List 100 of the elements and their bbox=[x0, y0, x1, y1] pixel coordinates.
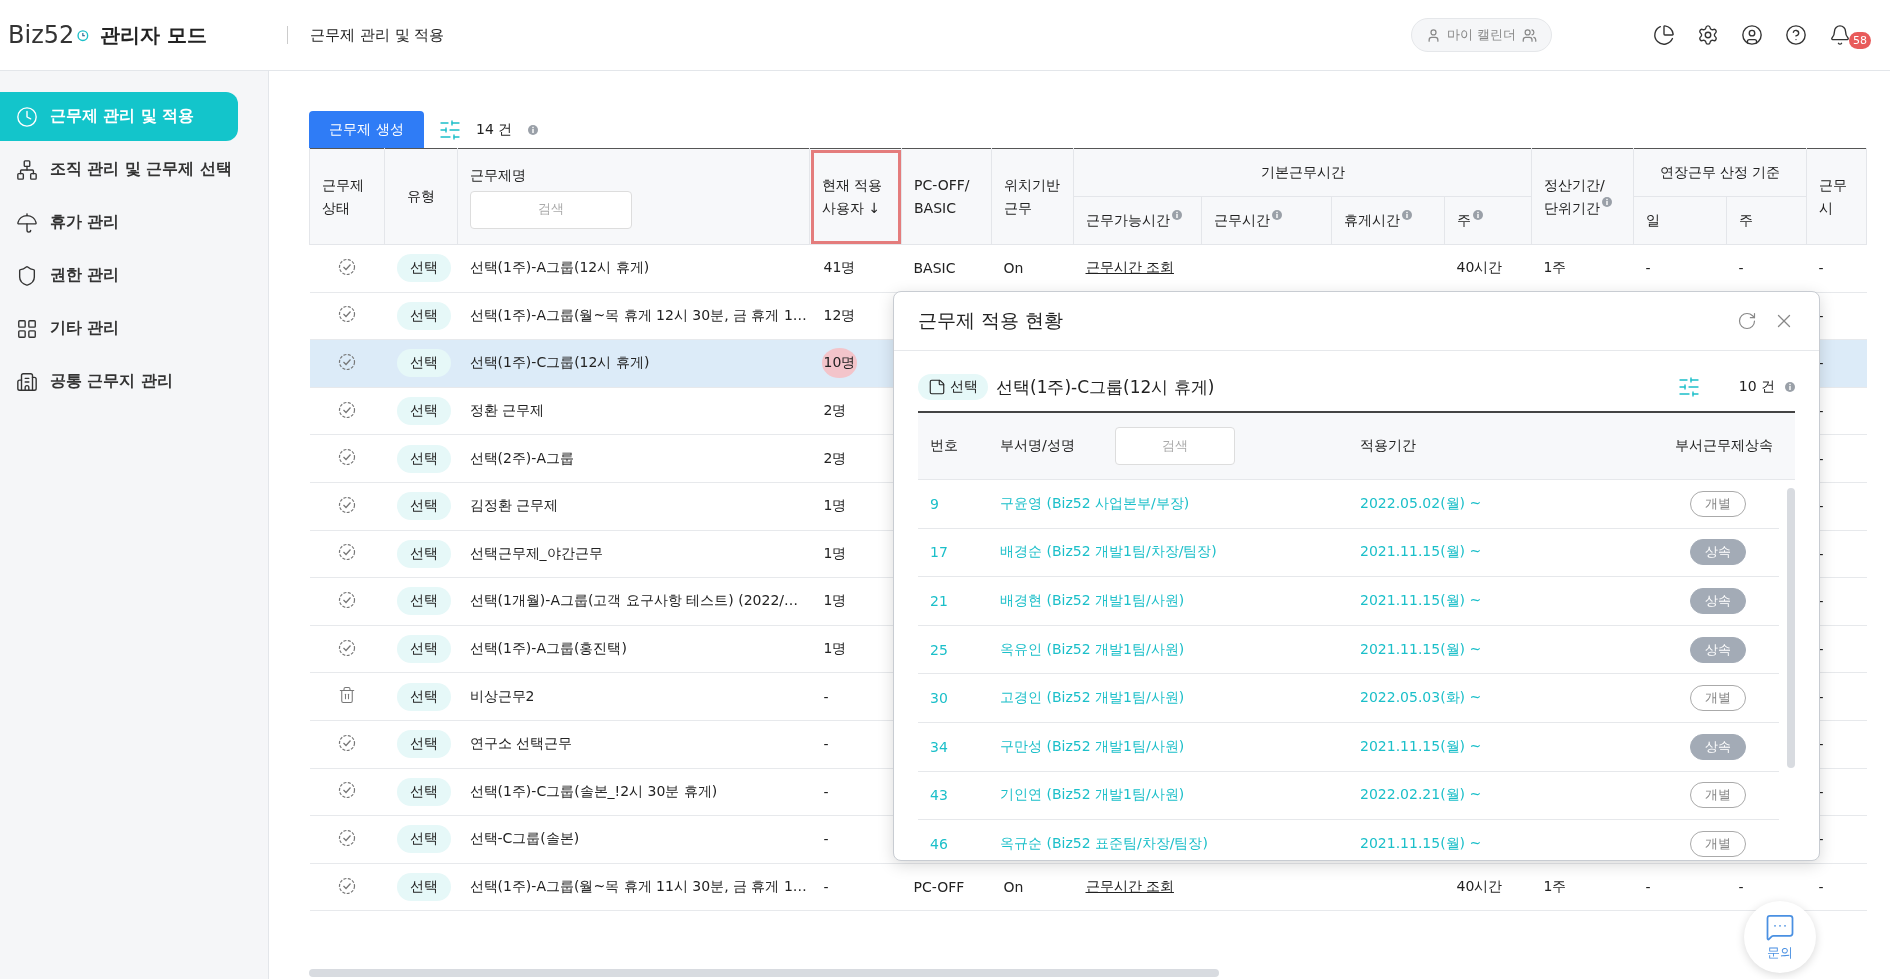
table-cell: - bbox=[1818, 736, 1824, 753]
employee-name[interactable]: 옥유인 (Biz52 개발1팀/사원) bbox=[988, 640, 1348, 659]
table-row[interactable]: 선택 선택(1주)-A그룹(12시 휴게) 41명 BASIC On 근무시간 조회 40시간 1주 - - - bbox=[309, 244, 1867, 293]
table-cell: 선택(1주)-A그룹(월~목 휴게 11시 30분, 금 휴게 1… bbox=[469, 878, 807, 894]
table-cell-text: 2021.11.15(월) ~ bbox=[1359, 543, 1483, 562]
user-count: 12명 bbox=[822, 305, 857, 325]
user-count: 10명 bbox=[821, 348, 858, 379]
type-tag: 선택 bbox=[396, 587, 451, 616]
column-header: 주 bbox=[1444, 196, 1532, 245]
mode-title: 관리자 모드 bbox=[100, 21, 207, 49]
user-count: 2명 bbox=[822, 401, 848, 421]
org-chart-icon bbox=[16, 158, 38, 181]
table-cell: - bbox=[1818, 783, 1824, 800]
table-cell: - bbox=[1818, 403, 1824, 420]
employee-name[interactable]: 기인연 (Biz52 개발1팀/사원) bbox=[988, 786, 1348, 805]
sidebar-item[interactable]: 권한 관리 bbox=[0, 251, 238, 300]
table-cell-text: 2022.05.03(화) ~ bbox=[1359, 689, 1483, 708]
count-label: 14 건 bbox=[476, 120, 513, 139]
table-cell: 선택(2주)-A그룹 bbox=[469, 449, 574, 466]
table-cell: 선택(1주)-C그룹(12시 휴게) bbox=[469, 354, 650, 371]
scrollbar[interactable] bbox=[309, 969, 1219, 977]
type-tag: 선택 bbox=[396, 635, 451, 664]
column-header: 근무시간 bbox=[1201, 196, 1332, 245]
type-tag: 선택 bbox=[396, 349, 451, 378]
table-cell: - bbox=[1818, 498, 1824, 515]
search-field[interactable]: 검색 bbox=[1114, 427, 1235, 465]
column-header: 부서근무제상속 bbox=[1674, 437, 1773, 455]
create-button[interactable]: 근무제 생성 bbox=[309, 111, 424, 148]
sliders-icon[interactable] bbox=[1676, 375, 1701, 399]
table-cell: 선택(1개월)-A그룹(고객 요구사항 테스트) (2022/… bbox=[469, 592, 799, 609]
user-count: 1명 bbox=[822, 639, 848, 659]
grid-icon bbox=[16, 317, 38, 340]
user-count: - bbox=[822, 687, 830, 707]
column-header: 위치기반 근무 bbox=[991, 148, 1074, 245]
column-header: 적용기간 bbox=[1359, 437, 1417, 455]
table-cell-text: 2022.02.21(월) ~ bbox=[1359, 786, 1483, 805]
user-count: 1명 bbox=[822, 543, 848, 563]
group-header: 연장근무 산정 기준 bbox=[1633, 148, 1807, 197]
column-header: 근무가능시간 bbox=[1073, 196, 1202, 245]
bell-icon[interactable] bbox=[1829, 24, 1851, 46]
table-cell-text: 2022.05.02(월) ~ bbox=[1359, 494, 1483, 513]
calendar-button[interactable]: 마이 캘린더 bbox=[1410, 18, 1552, 52]
settings-icon[interactable] bbox=[1697, 24, 1719, 46]
table-cell: 선택(1주)-C그룹(솔본_!2시 30분 휴게) bbox=[469, 782, 718, 799]
table-cell: BASIC bbox=[913, 260, 956, 277]
type-tag: 선택 bbox=[396, 682, 451, 711]
column-header: 주 bbox=[1726, 196, 1807, 245]
clock-icon bbox=[16, 105, 38, 128]
user-count: 1명 bbox=[822, 591, 848, 611]
table-cell-text: 30 bbox=[929, 690, 949, 707]
inherit-tag: 개별 bbox=[1690, 685, 1746, 712]
employee-name[interactable]: 구만성 (Biz52 개발1팀/사원) bbox=[988, 737, 1348, 756]
pie-chart-icon[interactable] bbox=[1653, 24, 1675, 46]
hours-link[interactable]: 근무시간 조회 bbox=[1085, 259, 1174, 276]
table-cell-text: 2021.11.15(월) ~ bbox=[1359, 834, 1483, 853]
type-tag: 선택 bbox=[396, 539, 451, 568]
employee-name[interactable]: 배경순 (Biz52 개발1팀/차장/팀장) bbox=[988, 543, 1348, 562]
column-header: 부서명/성명 bbox=[999, 437, 1075, 455]
table-row[interactable]: 선택 선택(1주)-A그룹(월~목 휴게 11시 30분, 금 휴게 1… - PC-OFF On 근무시간 조회 40시간 1주 - - - bbox=[309, 863, 1867, 911]
info-icon bbox=[528, 124, 539, 135]
employee-name[interactable]: 배경현 (Biz52 개발1팀/사원) bbox=[988, 592, 1348, 610]
employee-name[interactable]: 고경인 (Biz52 개발1팀/사원) bbox=[988, 689, 1348, 708]
table-cell-text: 2021.11.15(월) ~ bbox=[1359, 640, 1483, 659]
table-cell: 1주 bbox=[1543, 259, 1567, 276]
type-tag: 선택 bbox=[396, 254, 451, 283]
table-cell-text: 46 bbox=[929, 835, 949, 852]
user-count: 2명 bbox=[822, 448, 848, 468]
table-cell: - bbox=[1818, 593, 1824, 610]
table-cell-text: 9 bbox=[929, 495, 940, 512]
type-tag: 선택 bbox=[396, 777, 451, 806]
sidebar-item[interactable]: 공통 근무지 관리 bbox=[0, 357, 238, 406]
sidebar-item[interactable]: 조직 관리 및 근무제 선택 bbox=[0, 145, 238, 194]
table-cell-text: 2021.11.15(월) ~ bbox=[1359, 592, 1483, 610]
user-count: 41명 bbox=[822, 258, 857, 278]
hours-link[interactable]: 근무시간 조회 bbox=[1085, 878, 1174, 894]
employee-name[interactable]: 구윤영 (Biz52 사업본부/부장) bbox=[988, 494, 1348, 513]
table-cell: - bbox=[1818, 450, 1824, 467]
page-title: 근무제 관리 및 적용 bbox=[309, 25, 445, 45]
table-cell-text: 17 bbox=[929, 544, 949, 561]
sliders-icon[interactable] bbox=[438, 117, 462, 142]
shield-icon bbox=[16, 264, 38, 287]
user-icon bbox=[1425, 27, 1441, 43]
refresh-icon[interactable] bbox=[1737, 311, 1757, 331]
modal-title: 근무제 적용 현황 bbox=[918, 308, 1065, 333]
chat-button[interactable]: 문의 bbox=[1744, 901, 1816, 973]
sidebar-item[interactable]: 근무제 관리 및 적용 bbox=[0, 92, 238, 141]
help-icon[interactable] bbox=[1785, 24, 1807, 46]
table-cell-text: 34 bbox=[929, 738, 949, 755]
sidebar-item[interactable]: 기타 관리 bbox=[0, 304, 238, 353]
umbrella-icon bbox=[16, 211, 38, 234]
employee-name[interactable]: 옥규순 (Biz52 표준팀/차장/팀장) bbox=[988, 834, 1348, 853]
users-icon bbox=[1522, 27, 1537, 43]
search-field[interactable]: 검색 bbox=[470, 190, 632, 229]
table-cell: On bbox=[1003, 260, 1024, 277]
table-cell-text: 21 bbox=[929, 593, 949, 609]
column-header: 현재 적용 사용자 ↓ bbox=[809, 148, 902, 245]
sidebar-item[interactable]: 휴가 관리 bbox=[0, 198, 238, 247]
table-cell: 1주 bbox=[1543, 878, 1567, 894]
scrollbar[interactable] bbox=[1787, 488, 1795, 768]
user-circle-icon[interactable] bbox=[1741, 24, 1763, 46]
